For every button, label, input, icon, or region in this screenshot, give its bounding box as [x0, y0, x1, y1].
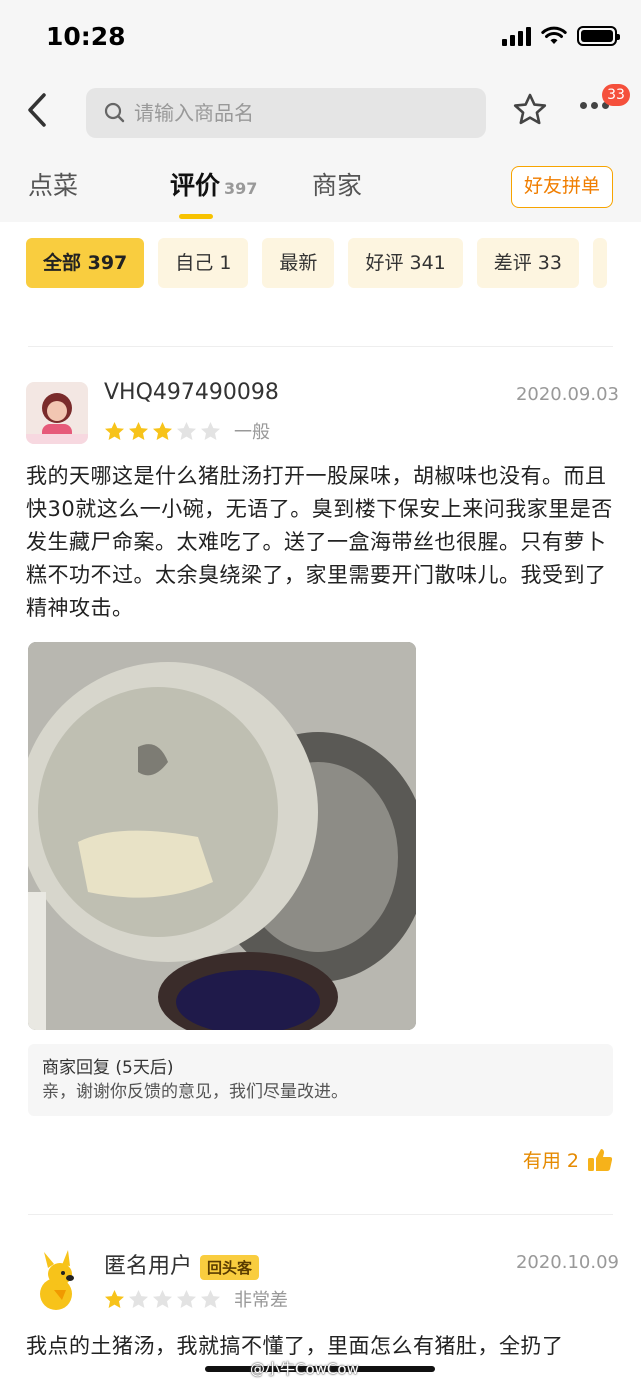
- tab-reviews-count: 397: [224, 179, 258, 198]
- top-bar: 10:28 请输入商品名 33 点菜 评价 397 商家 好友拼单: [0, 0, 641, 222]
- kangaroo-avatar-image: [26, 1250, 88, 1312]
- tab-reviews[interactable]: 评价 397: [170, 166, 257, 202]
- star-empty-icon: [201, 421, 220, 440]
- active-tab-indicator: [179, 214, 213, 219]
- battery-icon: [577, 26, 620, 46]
- notification-badge: 33: [602, 84, 630, 106]
- status-icons: [502, 26, 620, 46]
- filter-mine[interactable]: 自己 1: [158, 238, 249, 288]
- search-icon: [104, 102, 125, 123]
- star-empty-icon: [177, 421, 196, 440]
- filter-negative[interactable]: 差评 33: [476, 238, 579, 288]
- tab-reviews-label: 评价: [170, 171, 221, 200]
- reviewer-name-text: 匿名用户: [104, 1254, 193, 1279]
- review-photo-image: [28, 642, 416, 1030]
- avatar-image: [26, 382, 88, 444]
- divider: [28, 346, 613, 347]
- star-empty-icon: [177, 1289, 196, 1308]
- nav-row: 33: [0, 84, 641, 140]
- group-order-button[interactable]: 好友拼单: [511, 166, 613, 208]
- status-time: 10:28: [46, 22, 126, 51]
- review-card: VHQ497490098 2020.09.03 一般 我的天哪这是什么猪肚汤打开…: [0, 380, 641, 1190]
- rating-stars: 非常差: [104, 1286, 288, 1312]
- tab-merchant-label: 商家: [312, 171, 363, 200]
- watermark: @小牛CowCow: [250, 1360, 359, 1378]
- favorite-star-icon[interactable]: [512, 92, 548, 128]
- reply-title: 商家回复 (5天后): [42, 1058, 174, 1078]
- filter-all[interactable]: 全部 397: [26, 238, 145, 288]
- star-empty-icon: [153, 1289, 172, 1308]
- reviewer-name[interactable]: VHQ497490098: [104, 380, 279, 405]
- rating-word: 一般: [234, 422, 270, 443]
- thumbs-up-icon: [588, 1148, 613, 1171]
- filter-positive[interactable]: 好评 341: [348, 238, 463, 288]
- back-button[interactable]: [26, 92, 48, 135]
- chevron-left-icon: [28, 93, 46, 127]
- star-icons: [104, 1289, 221, 1310]
- review-text: 我的天哪这是什么猪肚汤打开一股屎味，胡椒味也没有。而且快30就这么一小碗，无语了…: [26, 464, 613, 620]
- useful-label: 有用 2: [522, 1150, 579, 1172]
- cellular-signal-icon: [502, 26, 531, 46]
- reply-text: 亲，谢谢你反馈的意见，我们尽量改进。: [42, 1082, 348, 1102]
- rating-word: 非常差: [234, 1290, 288, 1311]
- search-box[interactable]: [86, 88, 486, 138]
- star-filled-icon: [105, 421, 124, 440]
- filter-more-partial[interactable]: [592, 238, 607, 288]
- useful-button[interactable]: 有用 2: [523, 1146, 613, 1173]
- search-input[interactable]: [134, 101, 454, 125]
- reviewer-name[interactable]: 匿名用户 回头客: [104, 1248, 260, 1280]
- star-empty-icon: [129, 1289, 148, 1308]
- review-date: 2020.09.03: [515, 384, 619, 405]
- avatar[interactable]: [26, 1250, 88, 1312]
- rating-stars: 一般: [104, 418, 270, 444]
- star-filled-icon: [129, 421, 148, 440]
- star-icons: [104, 421, 221, 442]
- avatar[interactable]: [26, 382, 88, 444]
- tab-order-label: 点菜: [28, 171, 79, 200]
- star-filled-icon: [105, 1289, 124, 1308]
- status-bar: 10:28: [0, 0, 641, 78]
- more-dots-icon: [580, 102, 587, 109]
- review-photo[interactable]: [28, 642, 416, 1030]
- tab-bar: 点菜 评价 397 商家 好友拼单: [0, 164, 641, 222]
- star-filled-icon: [153, 421, 172, 440]
- star-empty-icon: [201, 1289, 220, 1308]
- tab-merchant[interactable]: 商家: [312, 166, 362, 202]
- review-filters: 全部 397 自己 1 最新 好评 341 差评 33: [26, 238, 607, 288]
- wifi-icon: [541, 26, 567, 44]
- divider: [28, 1214, 613, 1215]
- merchant-reply: 商家回复 (5天后) 亲，谢谢你反馈的意见，我们尽量改进。: [28, 1044, 613, 1116]
- tab-order[interactable]: 点菜: [28, 166, 78, 202]
- filter-latest[interactable]: 最新: [262, 238, 335, 288]
- returning-customer-tag: 回头客: [200, 1254, 260, 1280]
- review-date: 2020.10.09: [515, 1252, 619, 1273]
